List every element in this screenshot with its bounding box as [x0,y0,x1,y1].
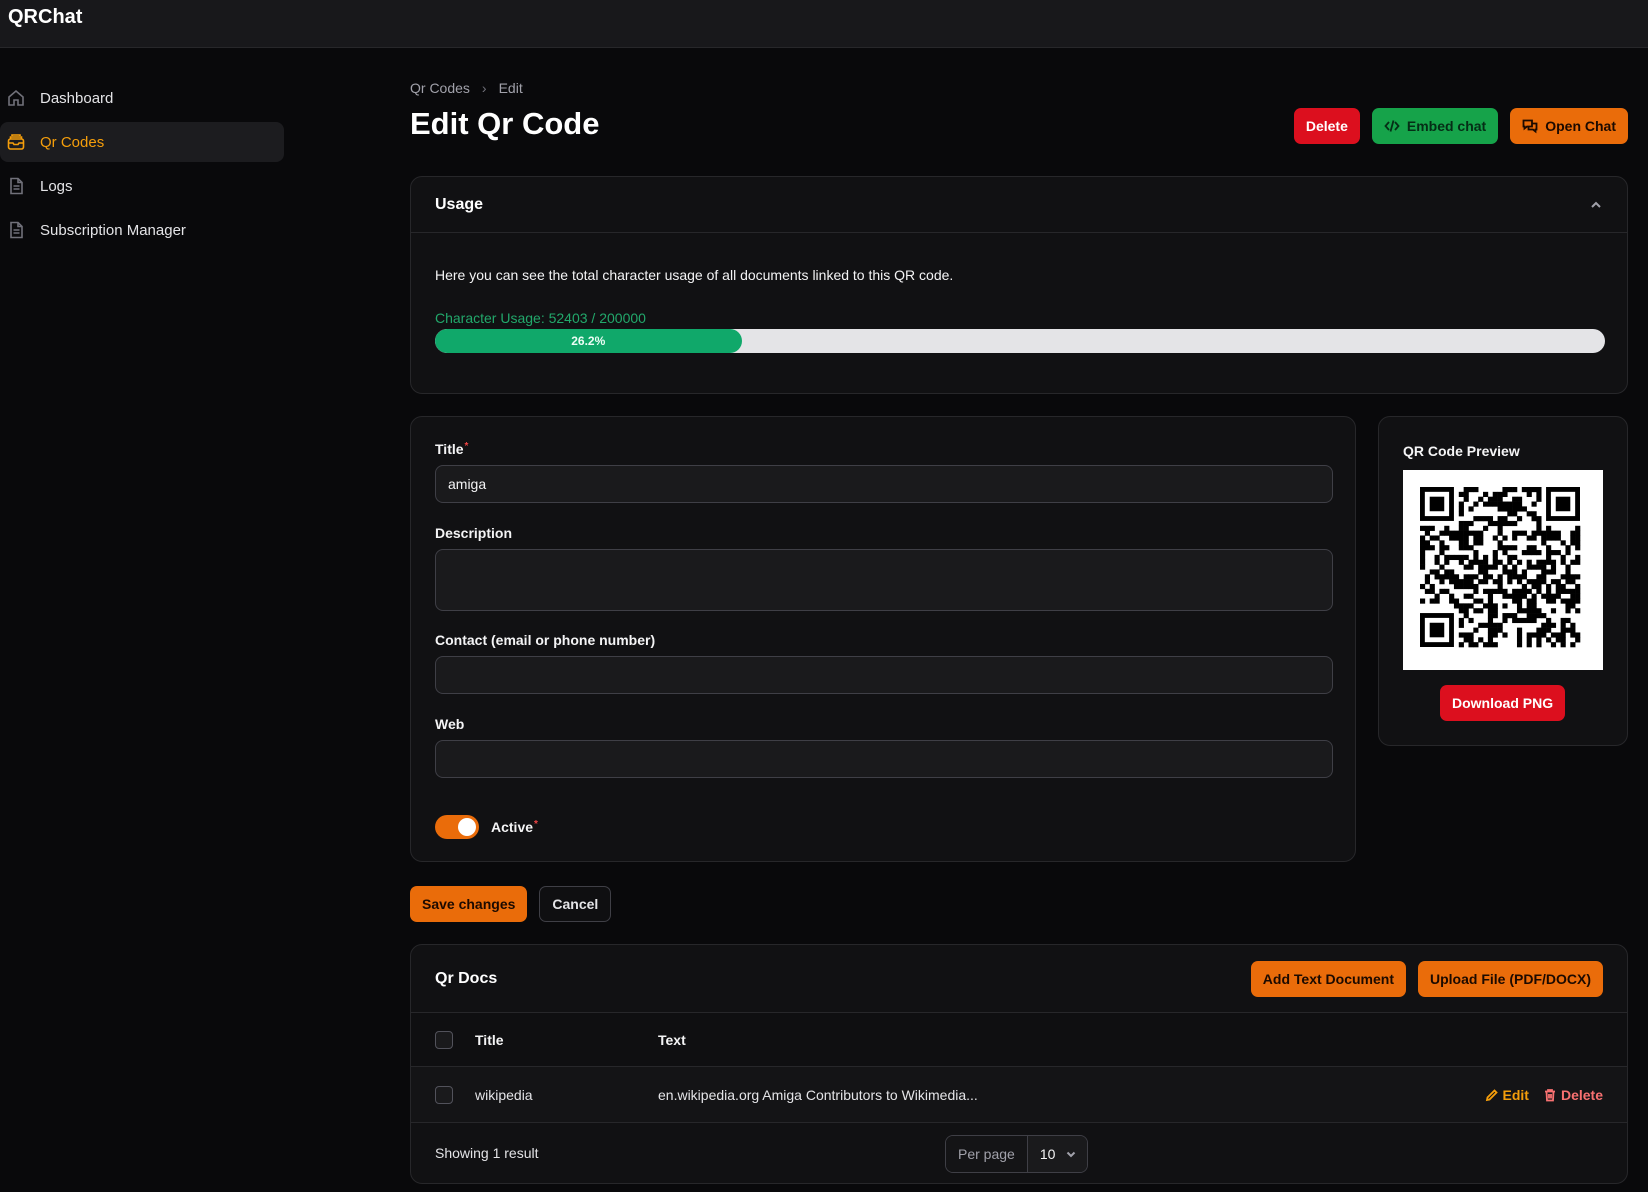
required-mark: * [464,441,469,452]
sidebar-item-dashboard[interactable]: Dashboard [0,78,284,118]
usage-percent: 26.2% [571,334,606,348]
inbox-icon [6,132,26,152]
usage-progress-fill: 26.2% [435,329,742,353]
usage-description: Here you can see the total character usa… [435,267,954,283]
column-header-title[interactable]: Title [475,1032,658,1048]
title-label: Title* [435,441,468,457]
chevron-up-icon[interactable] [1589,198,1603,212]
usage-progress-bar: 26.2% [435,329,1605,353]
chevron-right-icon: › [481,80,487,96]
row-title: wikipedia [475,1086,533,1103]
code-icon [1384,120,1400,132]
per-page-value-text: 10 [1039,1146,1056,1162]
title-input[interactable]: amiga [435,465,1333,503]
sidebar-item-label: Subscription Manager [40,221,186,239]
web-input[interactable] [435,740,1333,778]
delete-button[interactable]: Delete [1293,108,1360,144]
document-icon [6,220,26,240]
save-changes-button[interactable]: Save changes [410,886,528,922]
column-header-text[interactable]: Text [658,1032,686,1048]
upload-file-button[interactable]: Upload File (PDF/DOCX) [1418,960,1603,997]
sidebar: Dashboard Qr Codes Logs Subscription Man… [0,78,284,254]
save-changes-label: Save changes [422,896,516,912]
pencil-icon [1485,1088,1498,1101]
qr-docs-actions: Add Text Document Upload File (PDF/DOCX) [1250,960,1603,997]
per-page-value[interactable]: 10 [1027,1136,1088,1172]
table-row: wikipedia en.wikipedia.org Amiga Contrib… [411,1067,1627,1123]
app-logo[interactable]: QRChat [8,6,82,29]
sidebar-item-label: Logs [40,177,73,195]
table-footer: Showing 1 result Per page 10 [411,1123,1627,1183]
breadcrumb-root[interactable]: Qr Codes [410,80,470,96]
qr-code-image [1403,470,1603,670]
active-toggle-group: Active* [435,815,538,839]
download-png-button[interactable]: Download PNG [1440,685,1566,721]
document-icon [6,176,26,196]
embed-chat-label: Embed chat [1406,118,1487,134]
qr-preview-title: QR Code Preview [1403,443,1520,459]
cancel-button[interactable]: Cancel [539,886,612,922]
download-png-label: Download PNG [1452,695,1554,711]
row-checkbox[interactable] [435,1085,453,1104]
header-actions: Delete Embed chat Open Chat [1293,108,1628,144]
qr-docs-heading: Qr Docs [435,969,498,987]
add-text-document-label: Add Text Document [1262,970,1394,987]
description-textarea[interactable] [435,549,1333,611]
row-delete-button[interactable]: Delete [1543,1087,1603,1103]
qr-preview-card: QR Code Preview Download PNG [1378,416,1628,746]
result-count: Showing 1 result [435,1145,539,1161]
row-edit-button[interactable]: Edit [1485,1087,1529,1103]
description-label: Description [435,525,513,541]
row-delete-label: Delete [1560,1086,1603,1103]
breadcrumb: Qr Codes › Edit [410,80,523,96]
sidebar-item-label: Qr Codes [40,133,105,151]
sidebar-item-qr-codes[interactable]: Qr Codes [0,122,284,162]
open-chat-label: Open Chat [1545,118,1616,134]
per-page-select[interactable]: Per page 10 [945,1135,1089,1173]
row-text: en.wikipedia.org Amiga Contributors to W… [658,1086,978,1103]
qr-docs-header: Qr Docs Add Text Document Upload File (P… [411,945,1627,1013]
select-all-checkbox[interactable] [435,1030,453,1049]
sidebar-item-logs[interactable]: Logs [0,166,284,206]
top-bar: QRChat [0,0,1648,48]
chevron-down-icon [1067,1151,1076,1158]
breadcrumb-current: Edit [498,80,523,96]
qr-code-form: Title* amiga Description Contact (email … [410,416,1356,862]
title-value: amiga [448,476,487,492]
row-actions: Edit Delete [1485,1087,1603,1103]
delete-button-label: Delete [1305,118,1348,134]
qr-docs-table: Qr Docs Add Text Document Upload File (P… [410,944,1628,1184]
usage-header[interactable]: Usage [411,177,1627,233]
required-mark: * [534,819,538,830]
open-chat-button[interactable]: Open Chat [1510,108,1628,144]
per-page-label: Per page [946,1136,1028,1172]
sidebar-item-label: Dashboard [40,89,114,107]
active-label: Active* [491,819,538,835]
usage-section: Usage Here you can see the total charact… [410,176,1628,394]
home-icon [6,88,26,108]
trash-icon [1544,1088,1555,1101]
page-title: Edit Qr Code [410,106,600,141]
title-label-text: Title [435,441,464,457]
contact-label: Contact (email or phone number) [435,632,656,648]
form-actions: Save changes Cancel [410,886,612,922]
active-toggle[interactable] [435,815,479,839]
contact-input[interactable] [435,656,1333,694]
add-text-document-button[interactable]: Add Text Document [1250,960,1406,997]
web-label: Web [435,716,465,732]
active-label-text: Active [491,819,534,835]
embed-chat-button[interactable]: Embed chat [1371,108,1499,144]
character-usage-label: Character Usage: 52403 / 200000 [435,310,646,326]
upload-file-label: Upload File (PDF/DOCX) [1430,970,1591,987]
usage-heading: Usage [435,195,484,213]
cancel-label: Cancel [552,896,599,912]
row-edit-label: Edit [1502,1086,1529,1103]
sidebar-item-subscription-manager[interactable]: Subscription Manager [0,210,284,250]
chat-icon [1522,119,1538,134]
table-header: Title Text [411,1013,1627,1067]
